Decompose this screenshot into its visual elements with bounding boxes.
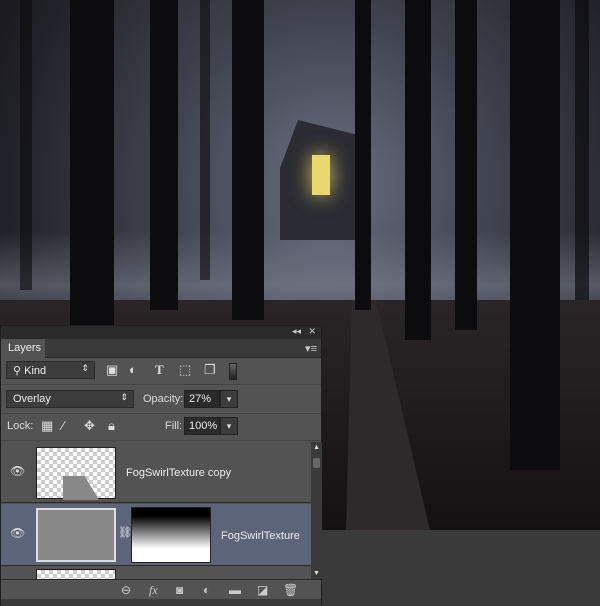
search-icon: ⚲ <box>13 365 25 377</box>
blend-mode-value: Overlay <box>13 393 51 405</box>
lock-pixels-brush-icon[interactable]: ⁄ <box>62 418 64 433</box>
opacity-dropdown[interactable]: ▾ <box>220 390 238 408</box>
layers-scrollbar[interactable]: ▲ ▼ <box>311 442 322 579</box>
filter-toggle[interactable] <box>229 363 237 380</box>
layer-name[interactable]: FogSwirlTexture <box>221 530 300 542</box>
layer-thumbnail <box>36 569 116 579</box>
panel-menu-icon[interactable]: ▾≡ <box>305 342 317 355</box>
tree <box>405 0 431 340</box>
fill-label: Fill: <box>165 420 183 432</box>
shape-filter-icon[interactable]: ⬚ <box>179 362 191 378</box>
tree <box>200 0 210 280</box>
scroll-up-icon[interactable]: ▲ <box>313 444 320 451</box>
scroll-down-icon[interactable]: ▼ <box>313 570 320 577</box>
panel-topbar: ◂◂ ✕ <box>1 326 321 339</box>
fx-icon[interactable]: fx <box>149 583 158 598</box>
filter-kind-label: Kind <box>24 365 47 377</box>
type-filter-icon[interactable]: T <box>155 362 164 378</box>
opacity-label: Opacity: <box>143 393 184 405</box>
blend-mode-select[interactable]: Overlay ⇕ <box>6 390 134 408</box>
panel-resize-grip[interactable] <box>1 599 321 606</box>
lock-position-move-icon[interactable]: ✥ <box>84 418 95 434</box>
filter-kind-select[interactable]: ⚲ Kind ⇕ <box>6 361 95 379</box>
collapse-icon[interactable]: ◂◂ <box>292 326 301 337</box>
close-icon[interactable]: ✕ <box>308 326 316 337</box>
lock-label: Lock: <box>7 420 34 432</box>
adjustment-filter-icon[interactable]: ◐ <box>129 362 137 377</box>
opacity-input[interactable]: 27% <box>184 390 220 408</box>
tree <box>20 0 32 290</box>
pixel-filter-icon[interactable]: ▣ <box>106 362 118 378</box>
updown-icon: ⇕ <box>81 363 89 373</box>
new-group-folder-icon[interactable]: ▬ <box>229 583 241 597</box>
layers-list: 👁︎ FogSwirlTexture copy 👁︎ ⛓ FogSwirlTex… <box>1 442 311 579</box>
tree <box>232 0 264 320</box>
tree <box>70 0 114 330</box>
layers-panel: ◂◂ ✕ Layers ▾≡ ⚲ Kind ⇕ ▣ ◐ T ⬚ ❐ Overlay… <box>0 325 322 606</box>
tree <box>150 0 178 310</box>
scroll-thumb[interactable] <box>313 458 320 468</box>
fill-input[interactable]: 100% <box>184 417 220 435</box>
eye-icon[interactable]: 👁︎ <box>10 526 25 540</box>
layer-row[interactable]: 👁︎ FogSwirlTexture copy <box>1 442 311 503</box>
new-layer-icon[interactable]: ◪ <box>257 583 268 597</box>
layer-row[interactable] <box>1 567 311 579</box>
layer-thumbnail <box>36 447 116 500</box>
fill-dropdown[interactable]: ▾ <box>220 417 238 435</box>
add-mask-icon[interactable]: ◙ <box>176 583 183 597</box>
link-chain-icon[interactable]: ⛓ <box>118 526 132 539</box>
layer-mask-thumbnail[interactable] <box>131 507 211 563</box>
tree <box>455 0 477 330</box>
tree <box>575 0 589 300</box>
updown-icon: ⇕ <box>120 392 128 402</box>
layer-name[interactable]: FogSwirlTexture copy <box>126 467 231 479</box>
tab-layers[interactable]: Layers <box>1 339 45 358</box>
tree <box>355 0 371 310</box>
lock-transparent-icon[interactable]: ▦ <box>41 418 53 434</box>
tree <box>510 0 560 470</box>
trash-icon[interactable]: 🗑︎ <box>283 583 298 597</box>
layer-thumbnail <box>36 508 116 562</box>
link-layers-icon[interactable]: ⊖ <box>121 583 131 597</box>
eye-icon[interactable]: 👁︎ <box>10 464 25 478</box>
lock-all-icon[interactable]: 🔒︎ <box>108 418 115 434</box>
smart-object-filter-icon[interactable]: ❐ <box>204 362 216 378</box>
adjustment-layer-icon[interactable]: ◐ <box>203 583 210 597</box>
layers-bottom-toolbar: ⊖ fx ◙ ◐ ▬ ◪ 🗑︎ <box>1 579 321 599</box>
lit-window <box>312 155 330 195</box>
layer-row-selected[interactable]: 👁︎ ⛓ FogSwirlTexture <box>1 504 311 566</box>
